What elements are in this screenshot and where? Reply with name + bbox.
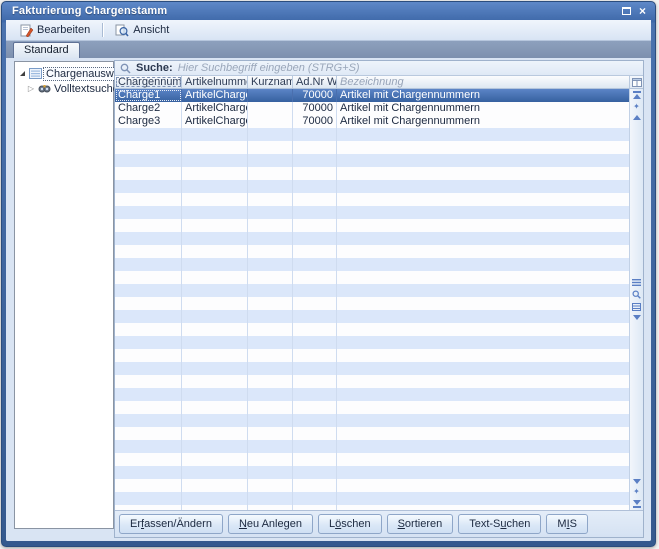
- empty-row: [115, 375, 629, 388]
- search-icon: [120, 63, 131, 74]
- empty-row: [115, 466, 629, 479]
- tree-item-volltextsuche[interactable]: ▷ Volltextsuche: [15, 81, 113, 96]
- grid-empty-rows: [115, 128, 629, 510]
- column-header-chargennummer[interactable]: Chargennummer ▼: [115, 76, 182, 88]
- text-suchen-button[interactable]: Text-Suchen: [458, 514, 541, 534]
- empty-row: [115, 388, 629, 401]
- rows-view-icon[interactable]: [632, 279, 641, 286]
- mis-button[interactable]: MIS: [546, 514, 588, 534]
- sortieren-button[interactable]: Sortieren: [387, 514, 454, 534]
- grid-view-icon[interactable]: [632, 303, 641, 311]
- empty-row: [115, 271, 629, 284]
- empty-row: [115, 323, 629, 336]
- app-window: Fakturierung Chargenstamm × Bearbeiten: [1, 1, 656, 547]
- title-bar: Fakturierung Chargenstamm ×: [6, 2, 651, 20]
- restore-icon[interactable]: [622, 7, 631, 15]
- grid-panel: Suche: Hier Suchbegriff eingeben (STRG+S…: [114, 60, 644, 538]
- grid-header: Chargennummer ▼ Artikelnummer Kurzname A…: [115, 76, 643, 89]
- column-chooser-icon: [632, 78, 642, 87]
- navigation-tree: Chargenauswahl ▷ Volltextsuche: [14, 61, 114, 529]
- close-icon[interactable]: ×: [639, 6, 646, 16]
- scroll-pagedown-button[interactable]: ✦: [633, 488, 640, 496]
- window-title: Fakturierung Chargenstamm: [6, 5, 622, 17]
- empty-row: [115, 258, 629, 271]
- empty-row: [115, 336, 629, 349]
- bearbeiten-label: Bearbeiten: [37, 24, 90, 36]
- empty-row: [115, 141, 629, 154]
- column-header-adnrwe[interactable]: Ad.Nr WE: [293, 76, 337, 88]
- empty-row: [115, 245, 629, 258]
- edit-icon: [19, 24, 33, 37]
- table-row[interactable]: Charge2 ArtikelChargennumme 70000 Artike…: [115, 102, 629, 115]
- scroll-up-button[interactable]: [633, 115, 641, 120]
- empty-row: [115, 310, 629, 323]
- tab-strip: Standard: [6, 41, 651, 58]
- empty-row: [115, 219, 629, 232]
- search-bar[interactable]: Suche: Hier Suchbegriff eingeben (STRG+S…: [115, 61, 643, 76]
- button-bar: Erfassen/Ändern Neu Anlegen Löschen Sort…: [115, 510, 643, 537]
- scroll-bottom-button[interactable]: [633, 500, 641, 508]
- loeschen-button[interactable]: Löschen: [318, 514, 382, 534]
- window-client: Bearbeiten Ansicht Standard: [6, 20, 651, 541]
- empty-row: [115, 362, 629, 375]
- grid-scrollbar[interactable]: ✦: [629, 89, 643, 510]
- view-icon: [115, 24, 129, 37]
- empty-row: [115, 297, 629, 310]
- empty-row: [115, 284, 629, 297]
- empty-row: [115, 154, 629, 167]
- tree-collapsed-icon[interactable]: ▷: [24, 85, 38, 93]
- scroll-top-button[interactable]: [633, 91, 641, 99]
- grid-body: Charge1 ArtikelChargennumme 70000 Artike…: [115, 89, 643, 510]
- empty-row: [115, 232, 629, 245]
- toolbar: Bearbeiten Ansicht: [6, 20, 651, 41]
- content-area: Chargenauswahl ▷ Volltextsuche: [6, 58, 651, 541]
- empty-row: [115, 128, 629, 141]
- column-header-kurzname[interactable]: Kurzname: [248, 76, 293, 88]
- tree-expanded-icon[interactable]: [15, 71, 29, 76]
- tree-item-chargenauswahl[interactable]: Chargenauswahl: [15, 66, 113, 81]
- column-header-bezeichnung[interactable]: Bezeichnung: [337, 76, 629, 88]
- neu-anlegen-button[interactable]: Neu Anlegen: [228, 514, 313, 534]
- empty-row: [115, 206, 629, 219]
- empty-row: [115, 440, 629, 453]
- search-input[interactable]: Hier Suchbegriff eingeben (STRG+S): [178, 62, 360, 74]
- empty-row: [115, 180, 629, 193]
- empty-row: [115, 414, 629, 427]
- zoom-icon[interactable]: [632, 290, 641, 299]
- tree-item-label[interactable]: Volltextsuche: [52, 83, 121, 95]
- ansicht-button[interactable]: Ansicht: [108, 21, 176, 39]
- volltextsuche-icon: [38, 83, 52, 94]
- empty-row: [115, 401, 629, 414]
- scroll-mid-down-icon[interactable]: [633, 315, 641, 320]
- ansicht-label: Ansicht: [133, 24, 169, 36]
- chargenauswahl-icon: [29, 68, 43, 79]
- column-chooser-button[interactable]: [629, 76, 643, 88]
- table-row[interactable]: Charge1 ArtikelChargennumme 70000 Artike…: [115, 89, 629, 102]
- bearbeiten-button[interactable]: Bearbeiten: [12, 21, 97, 39]
- empty-row: [115, 479, 629, 492]
- empty-row: [115, 167, 629, 180]
- empty-row: [115, 193, 629, 206]
- empty-row: [115, 492, 629, 505]
- empty-row: [115, 453, 629, 466]
- search-label: Suche:: [136, 62, 173, 74]
- grid-rows: Charge1 ArtikelChargennumme 70000 Artike…: [115, 89, 629, 510]
- tab-standard[interactable]: Standard: [13, 42, 80, 58]
- scroll-down-button[interactable]: [633, 479, 641, 484]
- scroll-pageup-button[interactable]: ✦: [633, 103, 640, 111]
- column-header-artikelnummer[interactable]: Artikelnummer: [182, 76, 248, 88]
- erfassen-aendern-button[interactable]: Erfassen/Ändern: [119, 514, 223, 534]
- table-row[interactable]: Charge3 ArtikelChargennumme 70000 Artike…: [115, 115, 629, 128]
- empty-row: [115, 349, 629, 362]
- toolbar-separator: [102, 23, 103, 37]
- empty-row: [115, 427, 629, 440]
